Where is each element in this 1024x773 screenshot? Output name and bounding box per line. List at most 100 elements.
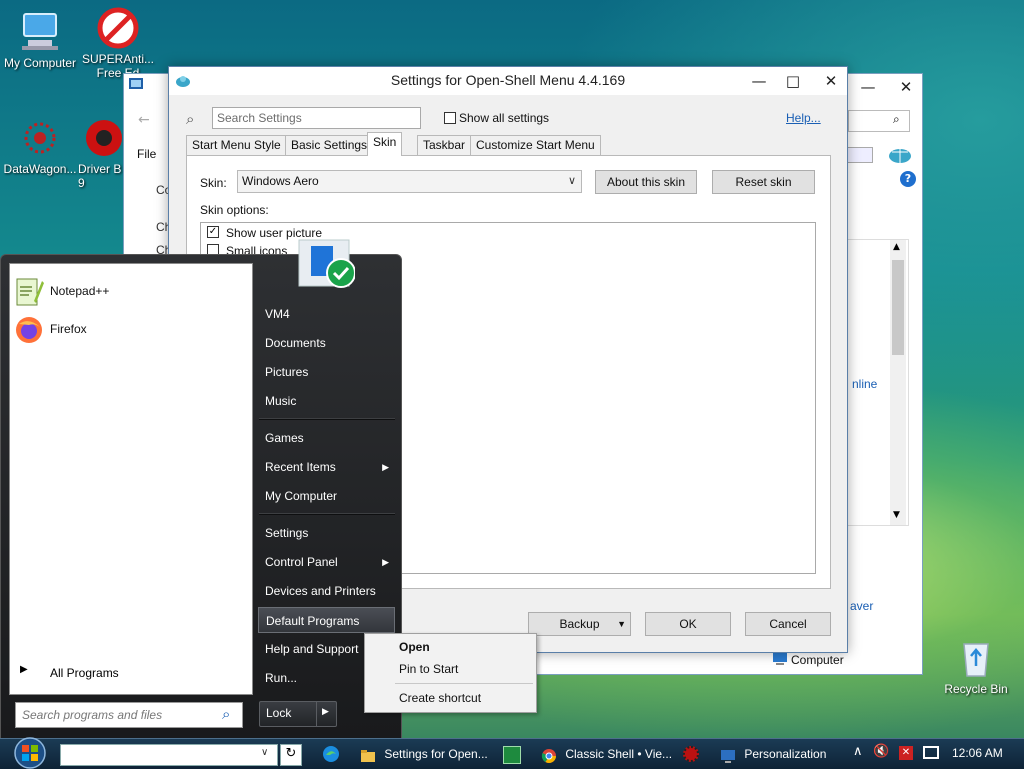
pinned-item-notepadpp[interactable]: Notepad++ — [10, 274, 252, 310]
volume-muted-icon[interactable]: 🔇 — [873, 744, 889, 759]
skin-label: Skin: — [200, 176, 227, 190]
start-item-pictures[interactable]: Pictures — [258, 359, 395, 385]
backup-label: Backup — [559, 617, 600, 631]
split-divider — [316, 702, 317, 726]
taskbar-item-label: Classic Shell • Vie... — [565, 747, 673, 761]
start-menu[interactable]: Notepad++ Firefox ▶ All Programs Search … — [0, 239, 402, 740]
dialog-titlebar[interactable]: Settings for Open-Shell Menu 4.4.169 — □… — [169, 67, 847, 95]
desktop-icon-label: Driver B 9 — [78, 162, 122, 190]
edge-icon[interactable] — [322, 745, 340, 766]
close-icon[interactable]: ✕ — [813, 70, 849, 92]
scroll-down-icon[interactable]: ▼ — [893, 510, 900, 520]
back-icon[interactable]: ← — [138, 112, 150, 128]
desktop-icon-driver-booster[interactable]: Driver B 9 — [78, 116, 128, 190]
view-toggle-icon[interactable] — [847, 147, 873, 163]
minimize-icon[interactable]: — — [848, 78, 888, 100]
scroll-panel: ▲ ▼ nline — [847, 239, 909, 526]
start-search-input[interactable]: Search programs and files ⌕ — [15, 702, 243, 728]
spreadsheet-icon[interactable] — [503, 746, 521, 764]
user-picture[interactable] — [297, 238, 356, 292]
start-item-games[interactable]: Games — [258, 425, 395, 451]
close-icon[interactable]: ✕ — [886, 78, 926, 100]
start-item-recent-items[interactable]: Recent Items ▶ — [258, 454, 395, 480]
menu-separator — [259, 418, 395, 420]
all-programs[interactable]: ▶ All Programs — [10, 660, 252, 684]
all-programs-label: All Programs — [50, 666, 119, 680]
maximize-icon[interactable]: □ — [775, 70, 811, 92]
show-hidden-icons-icon[interactable]: ∧ — [853, 744, 863, 759]
firefox-icon — [14, 315, 44, 345]
computer-small-icon — [772, 652, 788, 669]
desktop-icon-label: DataWagon... — [3, 162, 77, 176]
show-all-checkbox[interactable] — [444, 112, 456, 124]
clock[interactable]: 12:06 AM — [952, 746, 1003, 760]
scrollbar[interactable]: ▲ ▼ — [890, 240, 906, 525]
desktop-icon-my-computer[interactable]: My Computer — [0, 10, 80, 70]
tab-start-menu-style[interactable]: Start Menu Style — [186, 135, 287, 155]
tab-skin[interactable]: Skin — [367, 132, 403, 156]
about-skin-button[interactable]: About this skin — [595, 170, 697, 194]
refresh-icon[interactable]: ↻ — [280, 744, 302, 766]
start-item-my-computer[interactable]: My Computer — [258, 483, 395, 509]
app-icon — [128, 76, 144, 95]
lock-options-arrow-icon[interactable]: ▶ — [322, 707, 329, 717]
desktop-icon-recycle-bin[interactable]: Recycle Bin — [936, 636, 1016, 696]
superantispyware-icon — [96, 6, 140, 50]
start-item-documents[interactable]: Documents — [258, 330, 395, 356]
pinned-item-label: Firefox — [50, 322, 87, 336]
taskbar-item-personalization[interactable]: Personalization — [720, 741, 826, 767]
start-item-vm4[interactable]: VM4 — [258, 301, 395, 327]
settings-folder-icon — [360, 747, 376, 763]
start-item-music[interactable]: Music — [258, 388, 395, 414]
start-item-settings[interactable]: Settings — [258, 520, 395, 546]
datawagon-tray-icon[interactable] — [683, 746, 699, 762]
lock-button[interactable]: Lock ▶ — [259, 701, 337, 727]
desktop-icon-superantispyware[interactable]: SUPERAnti... Free Ed — [78, 6, 158, 80]
context-item-create-shortcut[interactable]: Create shortcut — [365, 687, 536, 709]
computer-label[interactable]: Computer — [791, 653, 844, 667]
taskbar-item-settings[interactable]: Settings for Open... — [360, 741, 488, 767]
start-button[interactable] — [10, 737, 50, 769]
tab-basic-settings[interactable]: Basic Settings — [285, 135, 374, 155]
start-item-control-panel[interactable]: Control Panel ▶ — [258, 549, 395, 575]
chrome-icon — [541, 747, 557, 763]
chevron-down-icon: ∨ — [567, 175, 576, 187]
tab-taskbar[interactable]: Taskbar — [417, 135, 472, 155]
taskbar-item-label: Settings for Open... — [384, 747, 488, 761]
context-menu[interactable]: Open Pin to Start Create shortcut — [364, 633, 537, 713]
taskbar-item-chrome[interactable]: Classic Shell • Vie... — [541, 741, 672, 767]
help-link[interactable]: Help... — [786, 111, 821, 125]
skin-select[interactable]: Windows Aero ∨ — [237, 170, 582, 193]
notepadpp-icon — [14, 277, 44, 307]
menu-file[interactable]: File — [137, 147, 156, 161]
show-all-label: Show all settings — [459, 111, 550, 125]
minimize-icon[interactable]: — — [741, 70, 777, 92]
menu-separator — [259, 513, 395, 515]
backup-button[interactable]: Backup ▼ — [528, 612, 631, 636]
help-icon[interactable]: ? — [900, 171, 916, 187]
computer-icon — [18, 10, 62, 54]
reset-skin-button[interactable]: Reset skin — [712, 170, 815, 194]
search-icon: ⌕ — [222, 705, 231, 723]
pinned-item-firefox[interactable]: Firefox — [10, 312, 252, 348]
scroll-up-icon[interactable]: ▲ — [893, 242, 900, 252]
search-box[interactable]: ⌕ — [848, 110, 910, 132]
scrollbar-thumb[interactable] — [892, 260, 904, 355]
start-item-default-programs[interactable]: Default Programs — [258, 607, 395, 633]
show-user-picture-checkbox[interactable]: ✓ — [207, 226, 219, 238]
action-center-alert-icon[interactable]: ✕ — [899, 746, 913, 760]
search-settings-input[interactable]: Search Settings — [212, 107, 421, 129]
link-saver[interactable]: aver — [850, 599, 873, 613]
context-item-pin-to-start[interactable]: Pin to Start — [365, 658, 536, 680]
tab-customize-start-menu[interactable]: Customize Start Menu — [470, 135, 601, 155]
address-input[interactable]: ∨ — [60, 744, 278, 766]
link-online[interactable]: nline — [852, 377, 877, 391]
network-icon[interactable] — [923, 746, 939, 759]
start-item-devices-printers[interactable]: Devices and Printers — [258, 578, 395, 604]
chevron-down-icon[interactable]: ∨ — [261, 747, 268, 758]
context-item-open[interactable]: Open — [365, 636, 536, 658]
personalization-icon — [720, 747, 736, 763]
desktop-icon-datawagon[interactable]: DataWagon... — [0, 116, 80, 176]
ok-button[interactable]: OK — [645, 612, 731, 636]
cancel-button[interactable]: Cancel — [745, 612, 831, 636]
